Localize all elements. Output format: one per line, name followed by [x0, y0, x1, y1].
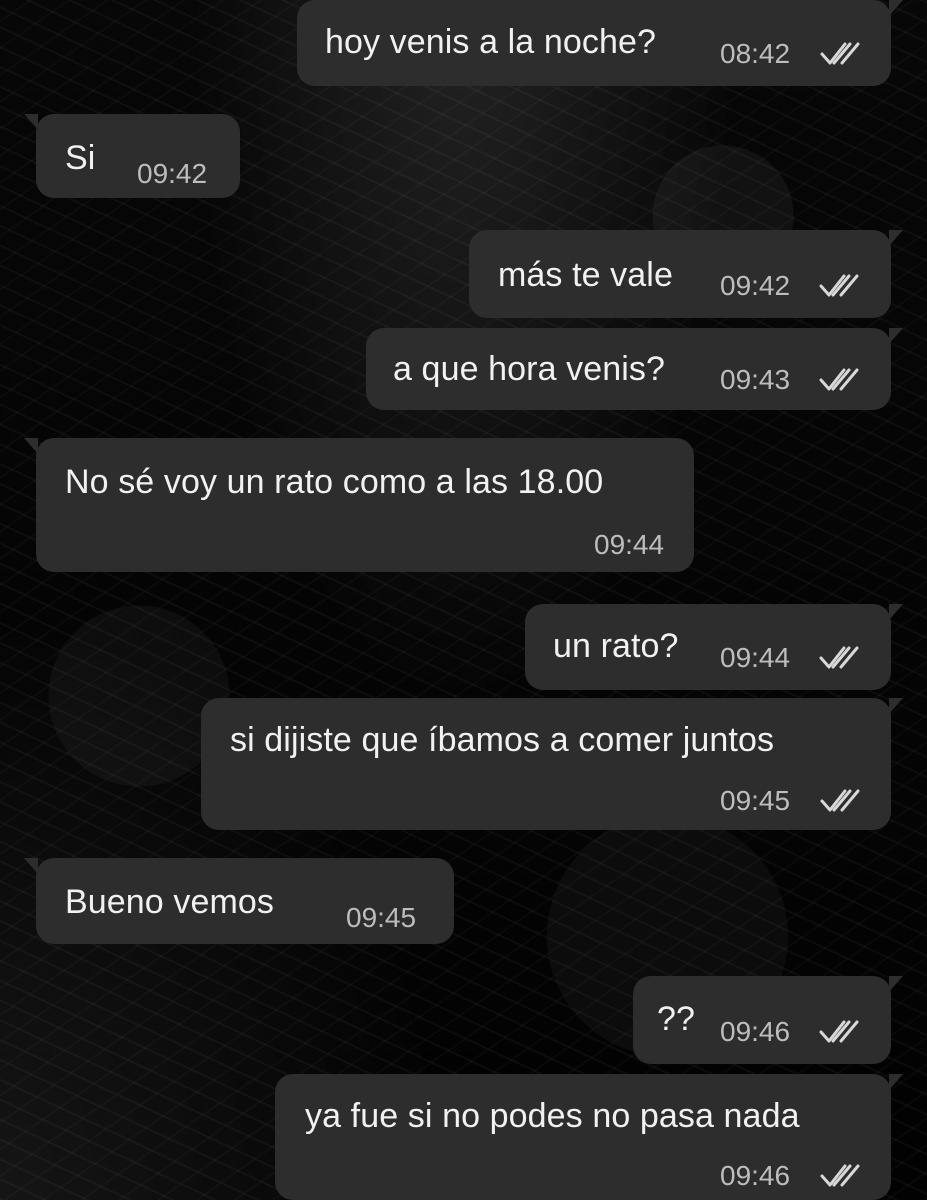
message-text: si dijiste que íbamos a comer juntos [230, 721, 775, 759]
incoming-message[interactable]: No sé voy un rato como a las 18.00 09:44 [24, 438, 694, 572]
message-text: ya fue si no podes no pasa nada [305, 1097, 800, 1135]
double-check-icon [820, 786, 862, 814]
message-time: 09:42 [137, 158, 208, 189]
outgoing-message[interactable]: ?? 09:46 [633, 976, 903, 1064]
message-text: ?? [657, 1000, 696, 1038]
message-time: 09:42 [720, 270, 791, 301]
message-time: 08:42 [720, 38, 791, 69]
message-text: Si [65, 139, 96, 177]
message-time: 09:43 [720, 364, 791, 395]
message-text: Bueno vemos [65, 883, 275, 921]
message-text: No sé voy un rato como a las 18.00 [65, 463, 604, 501]
double-check-icon [820, 39, 862, 67]
message-text: más te vale [498, 256, 673, 294]
outgoing-message[interactable]: hoy venis a la noche? 08:42 [297, 0, 903, 86]
double-check-icon [819, 271, 861, 299]
outgoing-message[interactable]: ya fue si no podes no pasa nada 09:46 [275, 1074, 903, 1200]
incoming-message[interactable]: Si 09:42 [24, 114, 240, 198]
message-time: 09:46 [720, 1016, 791, 1047]
incoming-message[interactable]: Bueno vemos 09:45 [24, 858, 454, 944]
message-time: 09:44 [720, 642, 791, 673]
message-text: un rato? [553, 627, 679, 665]
message-text: a que hora venis? [393, 350, 666, 388]
message-text: hoy venis a la noche? [325, 23, 656, 61]
double-check-icon [820, 1161, 862, 1189]
message-time: 09:44 [594, 529, 665, 560]
outgoing-message[interactable]: si dijiste que íbamos a comer juntos 09:… [201, 698, 903, 830]
message-time: 09:46 [720, 1160, 791, 1191]
double-check-icon [819, 643, 861, 671]
outgoing-message[interactable]: más te vale 09:42 [469, 230, 903, 318]
outgoing-message[interactable]: a que hora venis? 09:43 [366, 328, 903, 410]
message-time: 09:45 [346, 902, 417, 933]
double-check-icon [819, 1017, 861, 1045]
double-check-icon [819, 365, 861, 393]
message-time: 09:45 [720, 785, 791, 816]
outgoing-message[interactable]: un rato? 09:44 [525, 604, 903, 690]
